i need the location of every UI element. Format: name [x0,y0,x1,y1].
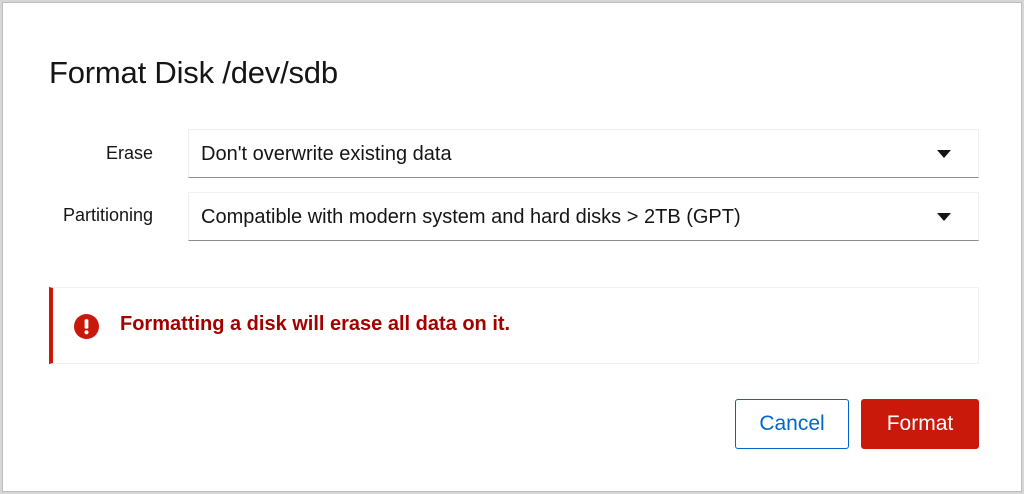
erase-select[interactable]: Don't overwrite existing data [188,129,979,178]
format-button[interactable]: Format [861,399,979,449]
cancel-button[interactable]: Cancel [735,399,849,449]
exclamation-circle-icon [74,314,99,339]
partitioning-select-value: Compatible with modern system and hard d… [201,206,741,228]
caret-down-icon [937,213,951,221]
erase-label: Erase [105,143,153,163]
danger-alert: Formatting a disk will erase all data on… [49,287,979,364]
caret-down-icon [937,150,951,158]
partitioning-label: Partitioning [62,205,153,225]
alert-message: Formatting a disk will erase all data on… [120,313,511,335]
erase-select-value: Don't overwrite existing data [201,143,452,165]
dialog-title: Format Disk /dev/sdb [49,55,338,90]
partitioning-select[interactable]: Compatible with modern system and hard d… [188,192,979,241]
format-disk-dialog: Format Disk /dev/sdb Erase Don't overwri… [2,2,1022,492]
